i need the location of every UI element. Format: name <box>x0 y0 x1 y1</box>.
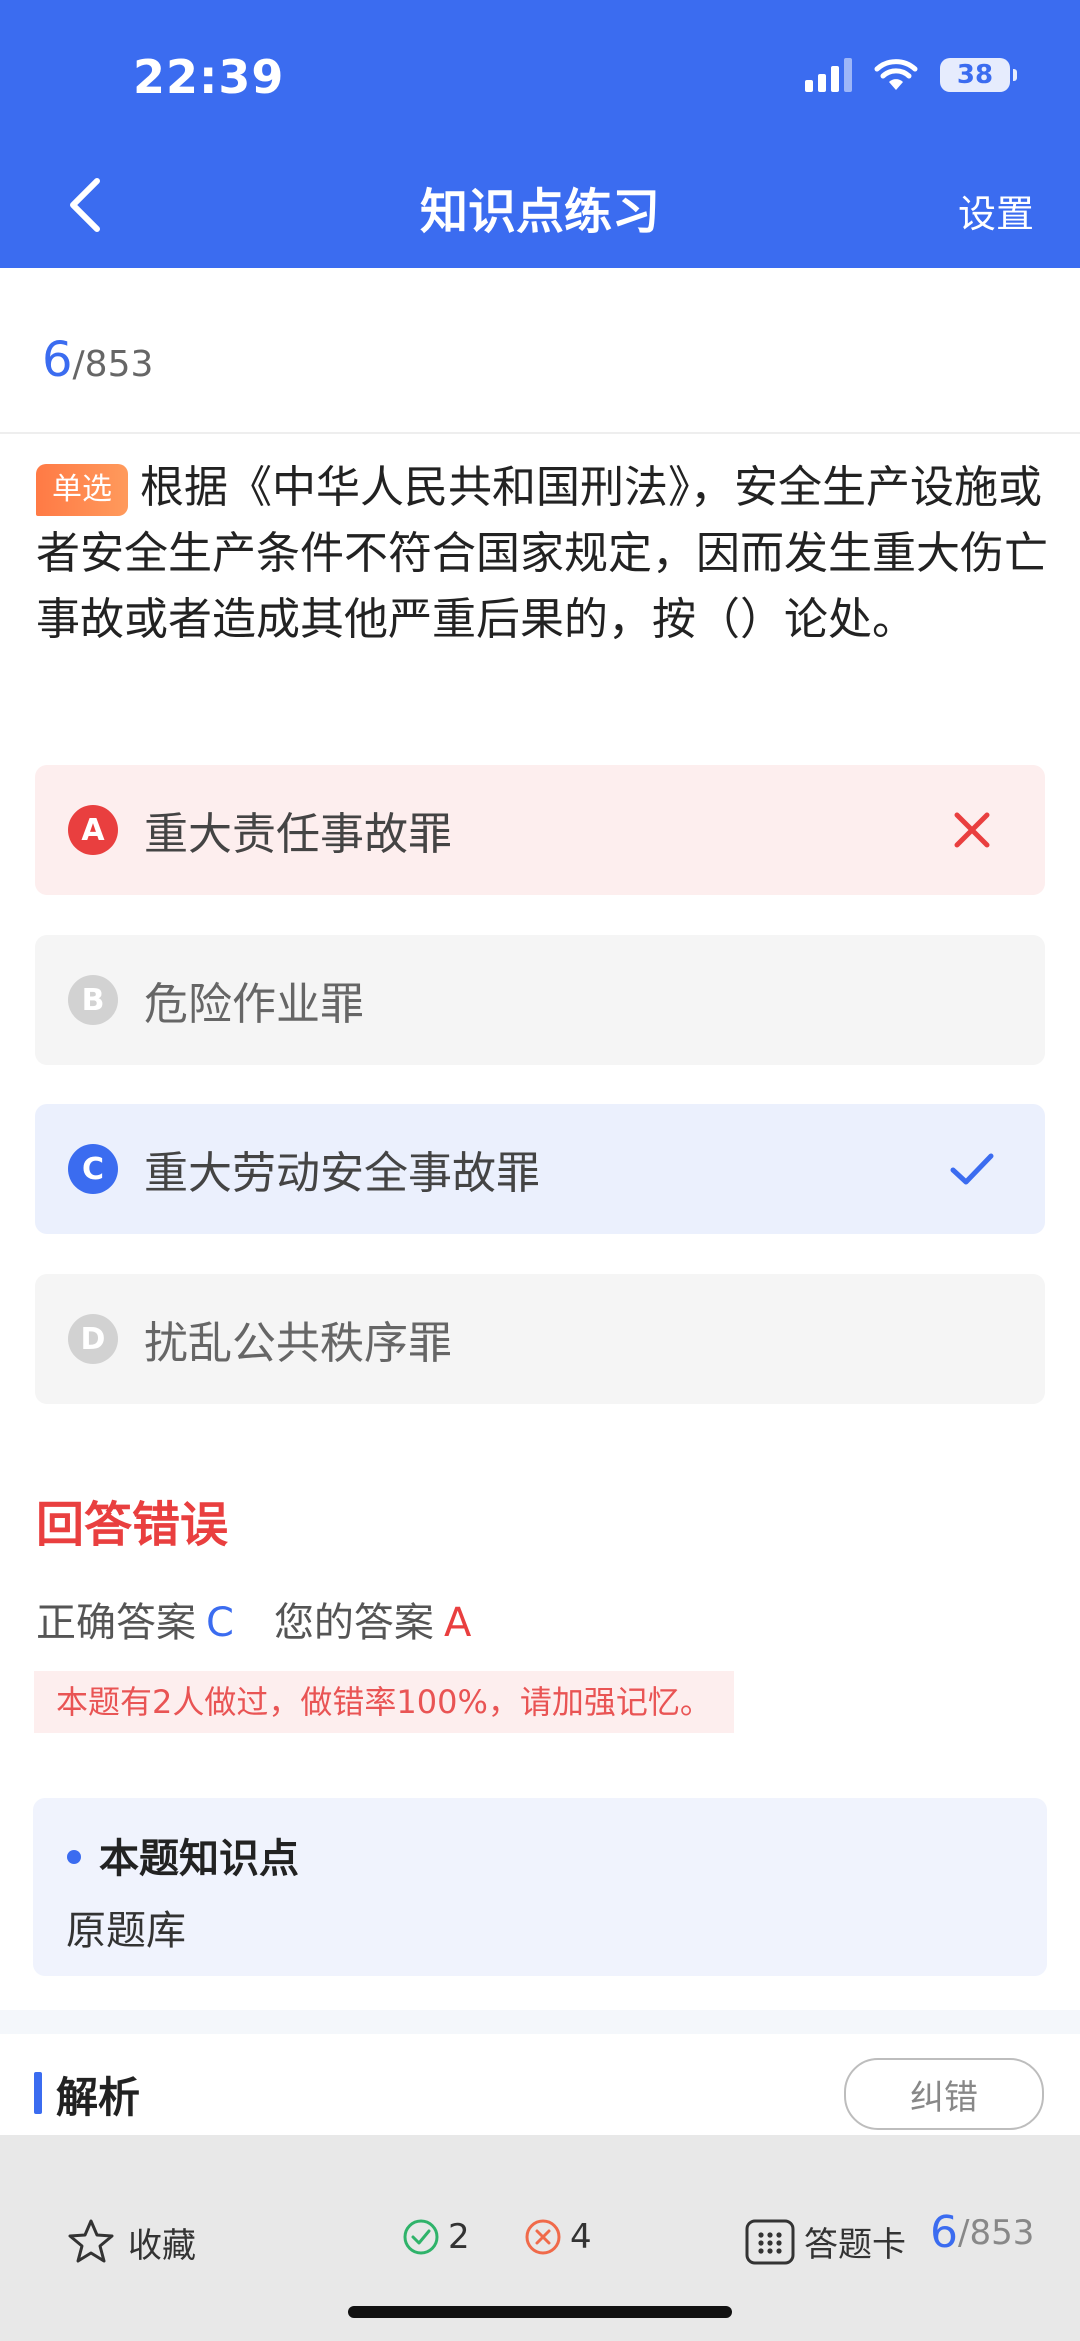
result-title: 回答错误 <box>36 1497 229 1553</box>
question-type-tag: 单选 <box>36 464 128 516</box>
your-answer-value: A <box>443 1600 472 1646</box>
option-c[interactable]: C 重大劳动安全事故罪 <box>35 1104 1045 1234</box>
check-icon <box>950 1153 994 1185</box>
option-letter: C <box>68 1144 118 1194</box>
right-count-value: 2 <box>448 2217 470 2257</box>
option-d[interactable]: D 扰乱公共秩序罪 <box>35 1274 1045 1404</box>
signal-icon <box>805 58 852 92</box>
bottom-total-count: /853 <box>958 2212 1035 2253</box>
option-text: 重大劳动安全事故罪 <box>144 1148 540 1199</box>
bullet-dot <box>67 1850 81 1864</box>
top-bar: 22:39 38 知识点练习 设置 <box>0 0 1080 268</box>
check-circle-icon <box>403 2219 439 2255</box>
option-letter: B <box>68 975 118 1025</box>
section-marker <box>34 2072 42 2114</box>
total-count: /853 <box>72 344 154 385</box>
close-icon <box>954 812 990 848</box>
status-icons: 38 <box>805 58 1017 92</box>
option-letter: D <box>68 1314 118 1364</box>
favorite-button[interactable]: 收藏 <box>66 2217 196 2267</box>
correct-answer-label: 正确答案 <box>36 1600 196 1646</box>
right-count: 2 <box>402 2217 470 2257</box>
wrong-count: 4 <box>524 2217 592 2257</box>
answer-card-button[interactable]: 答题卡 <box>744 2217 906 2266</box>
error-rate-hint: 本题有2人做过，做错率100%，请加强记忆。 <box>34 1671 734 1733</box>
bottom-current-index: 6 <box>930 2207 958 2258</box>
battery-level: 38 <box>956 60 994 90</box>
knowledge-point-card: 本题知识点 原题库 <box>33 1798 1047 1976</box>
current-index: 6 <box>42 332 73 388</box>
grid-icon <box>745 2219 795 2264</box>
status-time: 22:39 <box>133 50 285 104</box>
star-icon <box>68 2219 114 2263</box>
option-a[interactable]: A 重大责任事故罪 <box>35 765 1045 895</box>
option-text: 扰乱公共秩序罪 <box>144 1318 452 1369</box>
favorite-label: 收藏 <box>128 2225 196 2266</box>
settings-button[interactable]: 设置 <box>958 183 1034 238</box>
your-answer-label: 您的答案 <box>273 1600 434 1646</box>
knowledge-point-value: 原题库 <box>66 1908 186 1954</box>
question-stem: 单选 根据《中华人民共和国刑法》，安全生产设施或者安全生产条件不符合国家规定，因而… <box>36 455 1048 653</box>
section-separator <box>0 2010 1080 2034</box>
answer-card-label: 答题卡 <box>804 2225 906 2265</box>
knowledge-point-title: 本题知识点 <box>99 1836 299 1882</box>
battery-icon: 38 <box>940 58 1017 92</box>
option-b[interactable]: B 危险作业罪 <box>35 935 1045 1065</box>
option-text: 危险作业罪 <box>144 979 364 1030</box>
option-text: 重大责任事故罪 <box>144 809 452 860</box>
divider <box>0 432 1080 434</box>
page-title: 知识点练习 <box>419 184 660 240</box>
bottom-progress: 6/853 <box>930 2207 1034 2258</box>
question-text: 根据《中华人民共和国刑法》，安全生产设施或者安全生产条件不符合国家规定，因而发生… <box>36 462 1048 645</box>
wrong-count-value: 4 <box>570 2217 592 2257</box>
answer-summary: 正确答案 C 您的答案 A <box>36 1590 471 1648</box>
question-progress: 6/853 <box>42 332 153 388</box>
home-indicator[interactable] <box>348 2306 732 2318</box>
x-circle-icon <box>525 2219 561 2255</box>
wifi-icon <box>874 59 918 90</box>
analysis-title: 解析 <box>56 2073 141 2122</box>
correct-answer-value: C <box>206 1600 234 1646</box>
option-letter: A <box>68 805 118 855</box>
report-error-button[interactable]: 纠错 <box>844 2058 1044 2130</box>
